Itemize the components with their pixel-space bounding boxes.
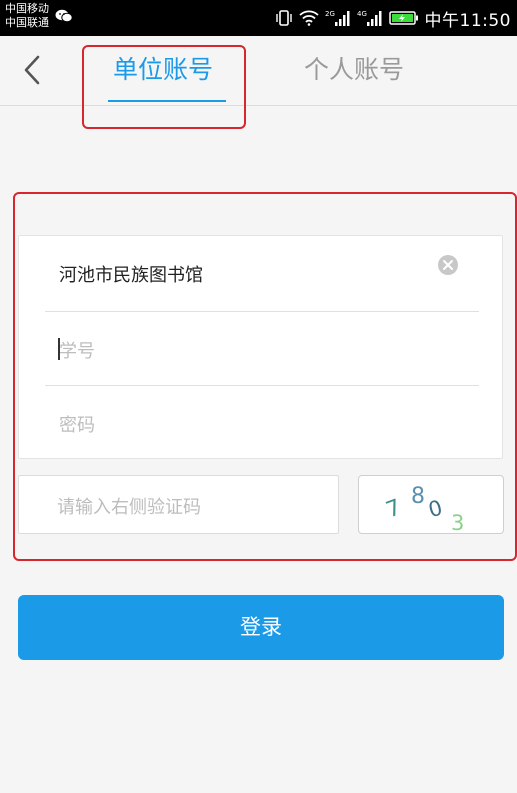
network-2-label: 4G	[357, 10, 367, 18]
header-bar: 单位账号 个人账号	[0, 36, 517, 106]
status-time: 中午11:50	[424, 10, 511, 31]
signal-icon: 2G	[325, 10, 349, 26]
tab-personal-account[interactable]: 个人账号	[304, 54, 404, 86]
wifi-icon	[298, 10, 319, 26]
carrier-1-label: 中国移动	[5, 2, 49, 15]
network-1-label: 2G	[325, 10, 335, 18]
annotation-highlight-form	[13, 192, 517, 561]
status-indicators: 2G 4G 中午11:50	[275, 0, 512, 36]
chevron-left-icon[interactable]	[18, 52, 50, 88]
signal-icon: 4G	[357, 10, 381, 26]
carrier-info: 中国移动 中国联通	[5, 2, 49, 30]
login-button[interactable]: 登录	[18, 595, 504, 660]
battery-icon	[388, 11, 418, 25]
carrier-2-label: 中国联通	[5, 16, 49, 29]
annotation-highlight-tabs	[82, 45, 246, 129]
vibrate-icon	[275, 10, 292, 26]
wechat-icon	[55, 9, 73, 23]
status-bar: 中国移动 中国联通 2G 4G 中午11:50	[0, 0, 517, 36]
